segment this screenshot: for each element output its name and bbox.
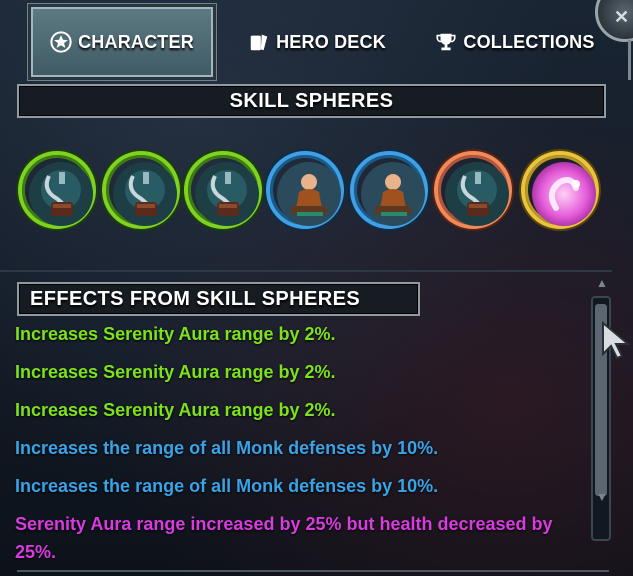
tab-collections[interactable]: COLLECTIONS [420, 4, 610, 80]
effect-item: Increases Serenity Aura range by 2%. [15, 362, 336, 382]
monk-icon [361, 162, 425, 226]
effects-list: Increases Serenity Aura range by 2%. Inc… [15, 320, 590, 576]
cards-icon [250, 34, 268, 51]
star-badge-icon [50, 31, 72, 53]
close-icon: ✕ [614, 7, 630, 27]
serenity-aura-icon [113, 162, 177, 226]
skill-spheres-row [18, 151, 608, 235]
skill-sphere[interactable] [434, 151, 512, 229]
scroll-up-icon[interactable]: ▲ [596, 276, 608, 290]
tab-label: COLLECTIONS [463, 31, 595, 52]
skill-sphere[interactable] [266, 151, 344, 229]
effect-item: Increases Serenity Aura range by 2%. [15, 324, 336, 344]
effect-item: Serenity Aura range increased by 25% but… [15, 514, 553, 562]
trophy-icon [436, 33, 456, 51]
effect-item: Increases the range of all Monk defenses… [15, 438, 439, 458]
skill-spheres-title: SKILL SPHERES [229, 89, 394, 112]
panel-bottom-border [17, 570, 609, 572]
tab-label: CHARACTER [78, 31, 194, 52]
effect-item: Increases the range of all Monk defenses… [15, 476, 439, 496]
skill-sphere[interactable] [102, 151, 180, 229]
skill-spheres-header: SKILL SPHERES [17, 84, 606, 118]
serenity-aura-icon [29, 162, 93, 226]
scroll-down-icon[interactable]: ▼ [596, 490, 608, 504]
tab-label: HERO DECK [276, 31, 386, 52]
serenity-aura-icon [445, 162, 509, 226]
section-divider [0, 270, 612, 272]
panel-edge [628, 40, 631, 80]
pink-swirl-icon [532, 162, 596, 226]
skill-sphere[interactable] [350, 151, 428, 229]
skill-sphere[interactable] [521, 151, 599, 229]
skill-sphere[interactable] [18, 151, 96, 229]
serenity-aura-icon [195, 162, 259, 226]
effect-item: Increases Serenity Aura range by 2%. [15, 400, 336, 420]
effects-title: EFFECTS FROM SKILL SPHERES [30, 287, 361, 310]
tab-character[interactable]: CHARACTER [28, 4, 216, 80]
skill-sphere[interactable] [184, 151, 262, 229]
tab-hero-deck[interactable]: HERO DECK [232, 4, 402, 80]
tab-bar: CHARACTER HERO DECK COLLECTIONS ✕ [0, 0, 633, 84]
cursor-icon [602, 320, 631, 360]
effects-header: EFFECTS FROM SKILL SPHERES [17, 282, 420, 316]
monk-icon [277, 162, 341, 226]
